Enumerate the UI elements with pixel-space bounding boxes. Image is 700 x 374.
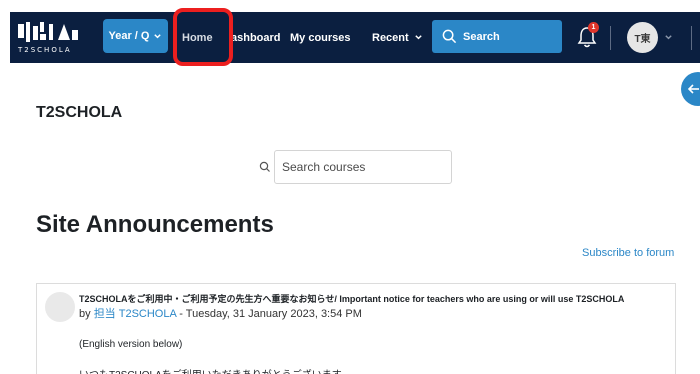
announcements-heading: Site Announcements	[36, 211, 274, 238]
home-highlight-box	[173, 8, 233, 66]
nav-divider	[691, 26, 692, 50]
drawer-toggle-button[interactable]	[681, 72, 700, 106]
search-icon	[259, 161, 270, 172]
top-navbar: T2SCHOLA Year / Q Home ashboard My cours…	[10, 12, 700, 63]
year-quarter-dropdown[interactable]: Year / Q	[103, 19, 168, 53]
course-search	[258, 150, 452, 184]
post-title[interactable]: T2SCHOLAをご利用中・ご利用予定の先生方へ重要なお知らせ/ Importa…	[79, 292, 624, 305]
page-title: T2SCHOLA	[36, 104, 123, 121]
subscribe-link[interactable]: Subscribe to forum	[582, 247, 674, 259]
nav-recent[interactable]: Recent	[372, 12, 423, 63]
notification-badge: 1	[588, 22, 599, 33]
global-search-button[interactable]: Search	[432, 20, 562, 53]
post-body-line: (English version below)	[79, 339, 183, 350]
announcement-post: T2SCHOLAをご利用中・ご利用予定の先生方へ重要なお知らせ/ Importa…	[36, 283, 676, 374]
chevron-down-icon	[414, 35, 422, 40]
arrow-left-icon	[687, 84, 699, 94]
logo-mark-icon	[18, 22, 78, 42]
post-byline: by 担当 T2SCHOLA - Tuesday, 31 January 202…	[79, 305, 362, 321]
nav-recent-label: Recent	[372, 31, 409, 44]
post-author-link[interactable]: 担当 T2SCHOLA	[94, 308, 177, 320]
post-by-label: by	[79, 308, 91, 320]
nav-dashboard[interactable]: ashboard	[231, 12, 281, 63]
post-date: - Tuesday, 31 January 2023, 3:54 PM	[176, 308, 362, 320]
global-search-label: Search	[463, 30, 500, 43]
chevron-down-icon	[154, 33, 162, 38]
search-courses-input[interactable]	[274, 150, 452, 184]
author-avatar[interactable]	[45, 292, 75, 322]
user-avatar[interactable]: T東	[627, 22, 658, 53]
nav-my-courses[interactable]: My courses	[290, 12, 351, 63]
logo-text: T2SCHOLA	[18, 46, 72, 54]
nav-divider	[610, 26, 611, 50]
search-icon	[442, 29, 457, 44]
site-logo[interactable]: T2SCHOLA	[16, 20, 80, 56]
post-body-line: いつもT2SCHOLAをご利用いただきありがとうございます。	[79, 366, 351, 374]
chevron-down-icon[interactable]	[664, 33, 673, 42]
year-quarter-label: Year / Q	[108, 30, 150, 42]
